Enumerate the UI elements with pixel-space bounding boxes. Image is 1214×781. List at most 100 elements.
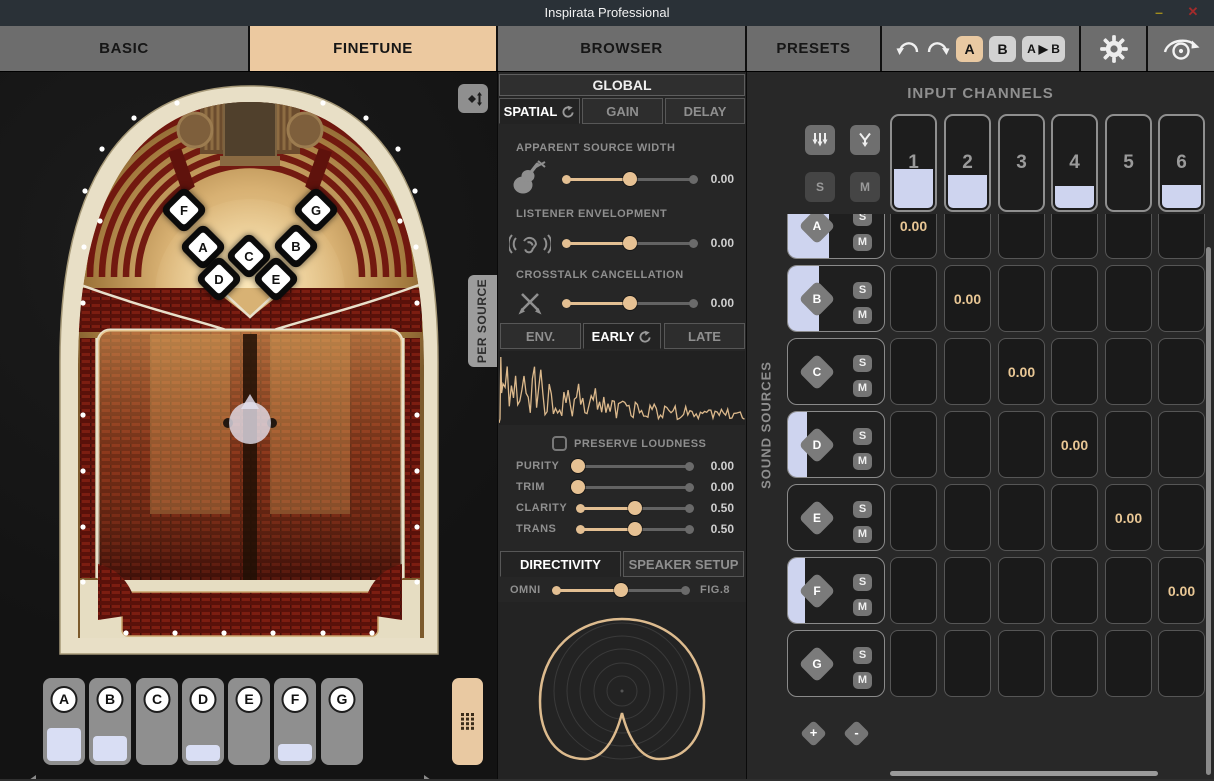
- source-row-c[interactable]: C SM: [787, 338, 885, 405]
- clarity-slider[interactable]: [576, 501, 694, 515]
- mute-button-a[interactable]: M: [853, 234, 872, 251]
- matrix-cell-c5[interactable]: [1105, 338, 1152, 405]
- slider-thumb[interactable]: [628, 501, 642, 515]
- close-button[interactable]: ✕: [1182, 0, 1204, 26]
- solo-all-button[interactable]: S: [805, 172, 835, 202]
- source-row-d[interactable]: D SM: [787, 411, 885, 478]
- matrix-cell-f5[interactable]: [1105, 557, 1152, 624]
- collapse-channels-button[interactable]: [805, 125, 835, 155]
- matrix-cell-a4[interactable]: [1051, 214, 1098, 259]
- solo-button-f[interactable]: S: [853, 574, 872, 591]
- matrix-cell-f3[interactable]: [998, 557, 1045, 624]
- solo-button-a[interactable]: S: [853, 214, 872, 226]
- solo-button-d[interactable]: S: [853, 428, 872, 445]
- matrix-cell-g2[interactable]: [944, 630, 991, 697]
- directivity-slider[interactable]: [552, 583, 690, 597]
- matrix-cell-f4[interactable]: [1051, 557, 1098, 624]
- matrix-cell-g6[interactable]: [1158, 630, 1205, 697]
- vertical-scrollbar[interactable]: [1206, 247, 1211, 775]
- matrix-cell-d6[interactable]: [1158, 411, 1205, 478]
- reset-icon[interactable]: [562, 105, 575, 118]
- matrix-cell-e6[interactable]: [1158, 484, 1205, 551]
- listener-envelopment-slider[interactable]: [562, 236, 698, 250]
- slider-thumb[interactable]: [623, 236, 637, 250]
- matrix-cell-g1[interactable]: [890, 630, 937, 697]
- tab-late[interactable]: LATE: [664, 323, 745, 349]
- strip-source-g[interactable]: G: [321, 678, 363, 765]
- slider-thumb[interactable]: [623, 172, 637, 186]
- preserve-loudness-checkbox[interactable]: [552, 436, 567, 451]
- strip-source-a[interactable]: A: [43, 678, 85, 765]
- tab-delay[interactable]: DELAY: [665, 98, 745, 124]
- matrix-cell-f2[interactable]: [944, 557, 991, 624]
- matrix-cell-a2[interactable]: [944, 214, 991, 259]
- purity-slider[interactable]: [571, 459, 694, 473]
- tab-directivity[interactable]: DIRECTIVITY: [500, 551, 621, 577]
- tab-speaker-setup[interactable]: SPEAKER SETUP: [623, 551, 744, 577]
- strip-source-e[interactable]: E: [228, 678, 270, 765]
- matrix-cell-a3[interactable]: [998, 214, 1045, 259]
- slider-thumb[interactable]: [571, 459, 586, 473]
- strip-source-f[interactable]: F: [274, 678, 316, 765]
- per-source-tab[interactable]: PER SOURCE: [468, 275, 497, 367]
- crosstalk-cancellation-slider[interactable]: [562, 296, 698, 310]
- mute-button-g[interactable]: M: [853, 672, 872, 689]
- source-row-g[interactable]: G SM: [787, 630, 885, 697]
- redo-icon[interactable]: [926, 39, 950, 59]
- solo-button-g[interactable]: S: [853, 647, 872, 664]
- apparent-source-width-slider[interactable]: [562, 172, 698, 186]
- matrix-cell-b2[interactable]: 0.00: [944, 265, 991, 332]
- matrix-cell-b6[interactable]: [1158, 265, 1205, 332]
- matrix-cell-g3[interactable]: [998, 630, 1045, 697]
- tab-finetune[interactable]: FINETUNE: [250, 26, 496, 71]
- mute-button-e[interactable]: M: [853, 526, 872, 543]
- matrix-cell-a5[interactable]: [1105, 214, 1152, 259]
- source-row-e[interactable]: E SM: [787, 484, 885, 551]
- tab-early[interactable]: EARLY: [583, 323, 661, 349]
- matrix-cell-d2[interactable]: [944, 411, 991, 478]
- slider-thumb[interactable]: [628, 522, 642, 536]
- matrix-cell-c2[interactable]: [944, 338, 991, 405]
- mute-button-c[interactable]: M: [853, 380, 872, 397]
- solo-button-c[interactable]: S: [853, 355, 872, 372]
- gear-icon[interactable]: [1098, 33, 1130, 65]
- strip-source-d[interactable]: D: [182, 678, 224, 765]
- reset-icon[interactable]: [639, 330, 652, 343]
- solo-button-b[interactable]: S: [853, 282, 872, 299]
- mute-button-d[interactable]: M: [853, 453, 872, 470]
- minimize-button[interactable]: –: [1148, 0, 1170, 26]
- merge-channels-button[interactable]: [850, 125, 880, 155]
- matrix-cell-f1[interactable]: [890, 557, 937, 624]
- channel-header-6[interactable]: 6: [1158, 114, 1205, 212]
- remove-source-button[interactable]: -: [843, 720, 870, 747]
- tab-basic[interactable]: BASIC: [0, 26, 248, 71]
- slider-thumb[interactable]: [614, 583, 628, 597]
- slider-thumb[interactable]: [571, 480, 586, 494]
- matrix-cell-b5[interactable]: [1105, 265, 1152, 332]
- channel-header-3[interactable]: 3: [998, 114, 1045, 212]
- tab-gain[interactable]: GAIN: [582, 98, 663, 124]
- matrix-cell-c6[interactable]: [1158, 338, 1205, 405]
- matrix-cell-e1[interactable]: [890, 484, 937, 551]
- matrix-cell-c1[interactable]: [890, 338, 937, 405]
- ab-compare-a-button[interactable]: A: [956, 35, 984, 62]
- matrix-view-button[interactable]: [452, 678, 483, 765]
- matrix-cell-d4[interactable]: 0.00: [1051, 411, 1098, 478]
- matrix-cell-b4[interactable]: [1051, 265, 1098, 332]
- channel-header-1[interactable]: 1: [890, 114, 937, 212]
- matrix-cell-b3[interactable]: [998, 265, 1045, 332]
- matrix-cell-e4[interactable]: [1051, 484, 1098, 551]
- matrix-scroll-area[interactable]: A S M 0.00 B S M 0.00 C S M 0.00 D S M 0.00 E S M 0.00 F S M 0.…: [747, 214, 1207, 781]
- source-row-b[interactable]: B SM: [787, 265, 885, 332]
- matrix-cell-b1[interactable]: [890, 265, 937, 332]
- add-source-button[interactable]: +: [800, 720, 827, 747]
- matrix-cell-a6[interactable]: [1158, 214, 1205, 259]
- mute-button-f[interactable]: M: [853, 599, 872, 616]
- matrix-cell-g4[interactable]: [1051, 630, 1098, 697]
- tab-presets[interactable]: PRESETS: [747, 26, 880, 71]
- matrix-cell-c3[interactable]: 0.00: [998, 338, 1045, 405]
- undo-icon[interactable]: [896, 39, 920, 59]
- channel-header-4[interactable]: 4: [1051, 114, 1098, 212]
- tab-env[interactable]: ENV.: [500, 323, 581, 349]
- ab-compare-b-button[interactable]: B: [989, 35, 1017, 62]
